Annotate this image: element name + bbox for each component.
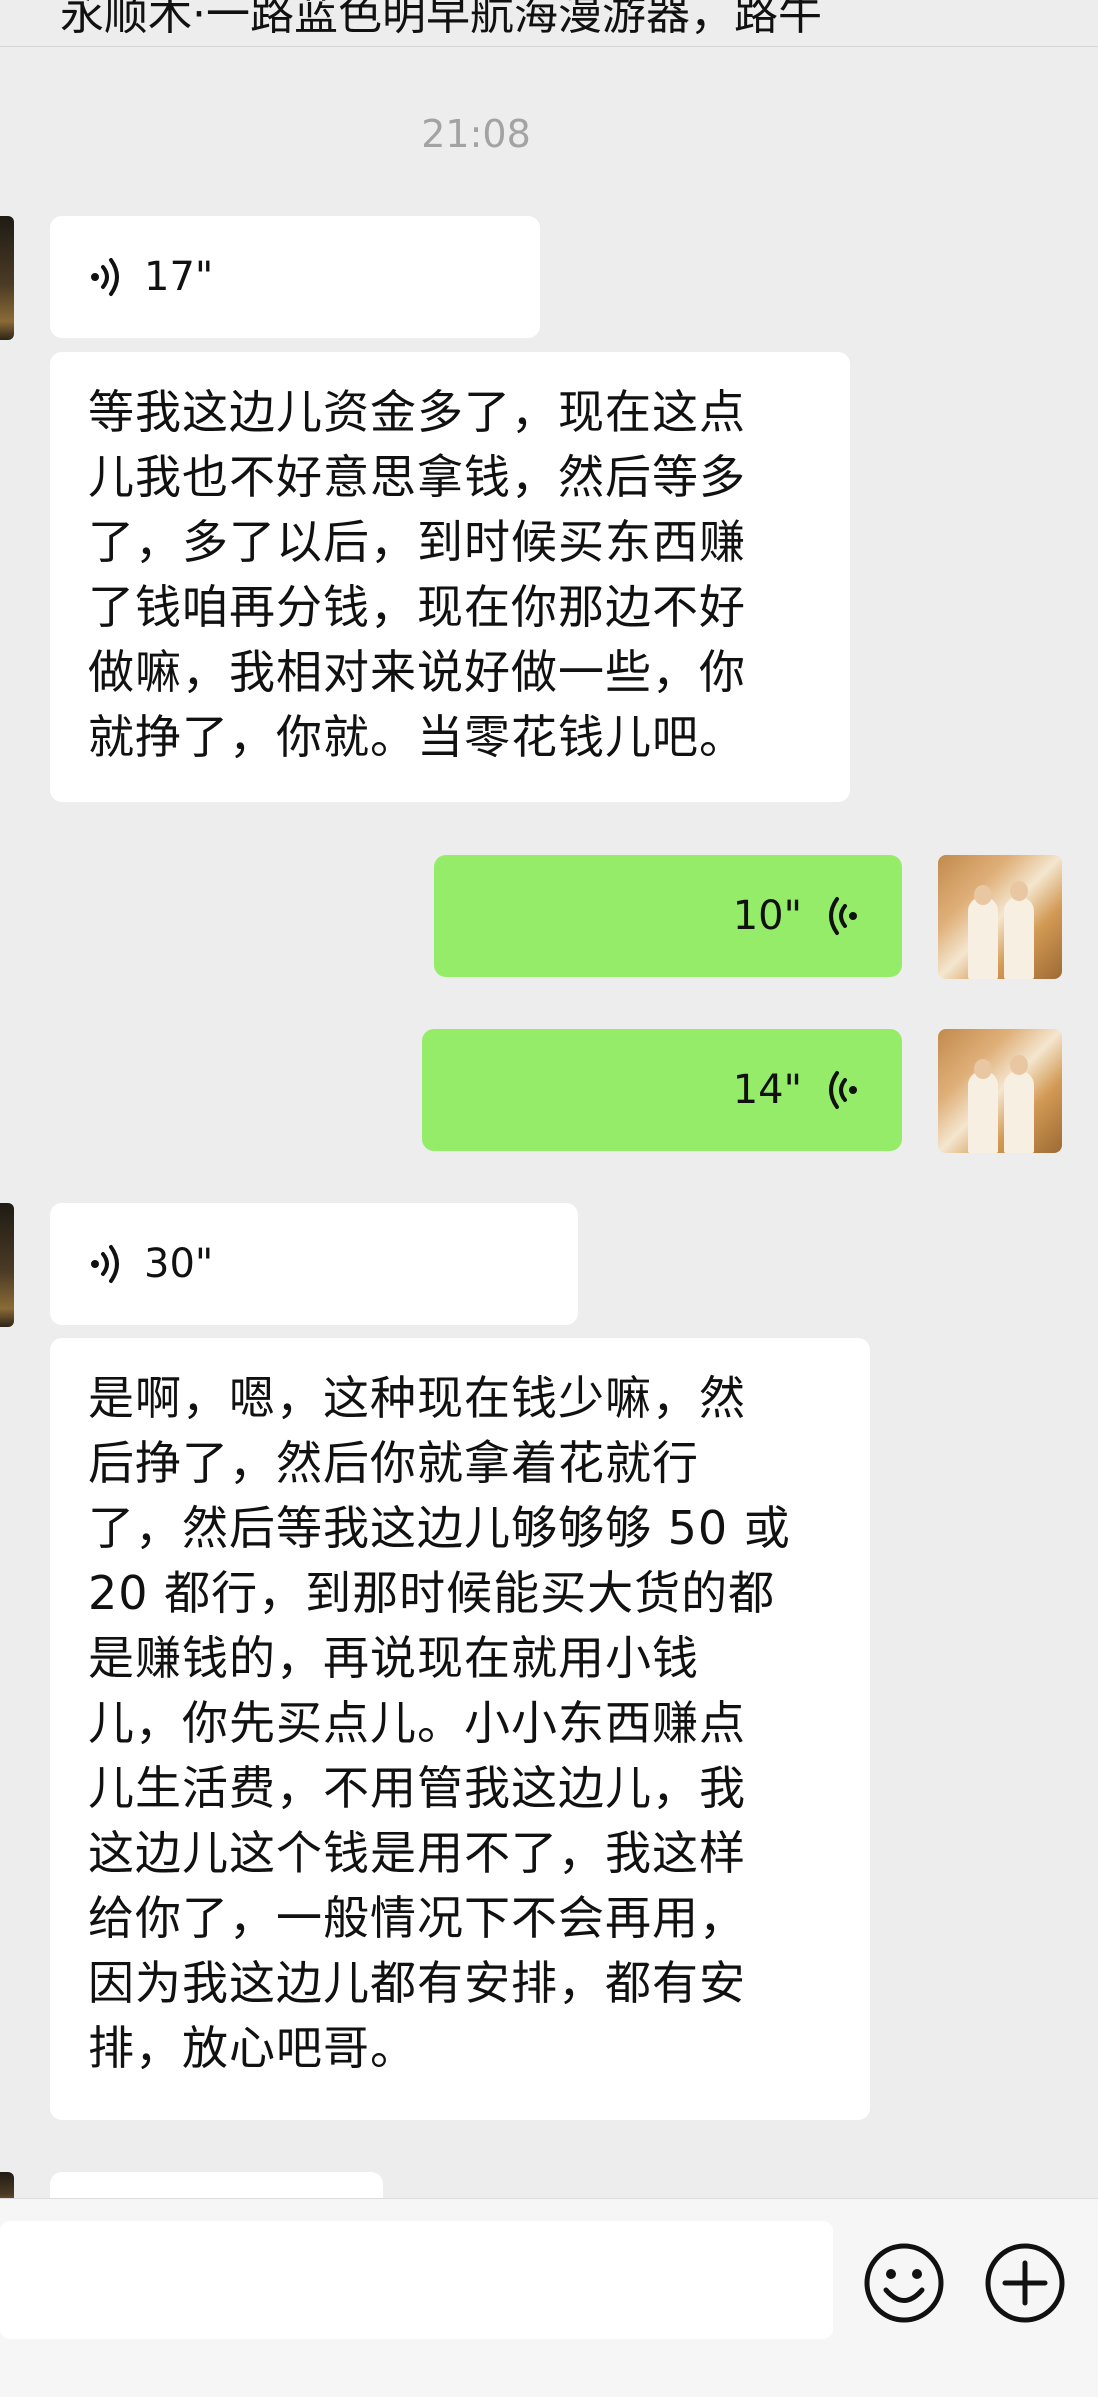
message-timestamp: 21:08 [421,112,531,156]
voice-message-outgoing[interactable]: 10" [434,855,902,977]
message-line: 20 都行，到那时候能买大货的都 [88,1566,776,1620]
text-message-incoming[interactable]: 等我这边儿资金多了，现在这点 儿我也不好意思拿钱，然后等多 了，多了以后，到时候… [50,352,850,802]
contact-avatar[interactable] [0,1203,14,1327]
voice-message-incoming[interactable]: 17" [50,216,540,338]
emoji-icon[interactable] [862,2241,946,2325]
my-avatar[interactable] [938,1029,1062,1153]
chat-title: 永顺木·一路蓝色明早航海漫游器，路牛 [60,0,822,40]
chat-header: 永顺木·一路蓝色明早航海漫游器，路牛 [0,0,1098,47]
message-line: 排，放心吧哥。 [88,2021,417,2075]
message-line: 这边儿这个钱是用不了，我这样 [88,1826,746,1880]
message-line: 了，多了以后，到时候买东西赚 [88,515,746,569]
plus-icon[interactable] [983,2241,1067,2325]
text-message-incoming[interactable]: 是啊，嗯，这种现在钱少嘛，然 后挣了，然后你就拿着花就行 了，然后等我这边儿够够… [50,1338,870,2120]
message-line: 后挣了，然后你就拿着花就行 [88,1436,699,1490]
contact-avatar[interactable] [0,216,14,340]
my-avatar[interactable] [938,855,1062,979]
message-line: 给你了，一般情况下不会再用， [88,1891,746,1945]
message-input[interactable] [0,2221,833,2339]
message-line: 是赚钱的，再说现在就用小钱 [88,1631,699,1685]
message-line: 儿我也不好意思拿钱，然后等多 [88,450,746,504]
voice-wave-icon [829,897,857,935]
message-line: 是啊，嗯，这种现在钱少嘛，然 [88,1371,746,1425]
voice-message-outgoing[interactable]: 14" [422,1029,902,1151]
voice-duration: 17" [144,254,214,300]
input-bar [0,2198,1098,2397]
voice-wave-icon [829,1071,857,1109]
message-line: 儿生活费，不用管我这边儿，我 [88,1761,746,1815]
voice-wave-icon [91,258,119,296]
message-line: 了钱咱再分钱，现在你那边不好 [88,580,746,634]
message-line: 做嘛，我相对来说好做一些，你 [88,645,746,699]
message-line: 等我这边儿资金多了，现在这点 [88,385,746,439]
message-line: 就挣了，你就。当零花钱儿吧。 [88,710,746,764]
message-line: 儿，你先买点儿。小小东西赚点 [88,1696,746,1750]
voice-duration: 14" [732,1067,802,1113]
voice-message-incoming[interactable]: 30" [50,1203,578,1325]
voice-duration: 30" [144,1241,214,1287]
message-line: 了，然后等我这边儿够够够 50 或 [88,1501,791,1555]
message-line: 因为我这边儿都有安排，都有安 [88,1956,746,2010]
voice-duration: 10" [732,893,802,939]
voice-wave-icon [91,1245,119,1283]
